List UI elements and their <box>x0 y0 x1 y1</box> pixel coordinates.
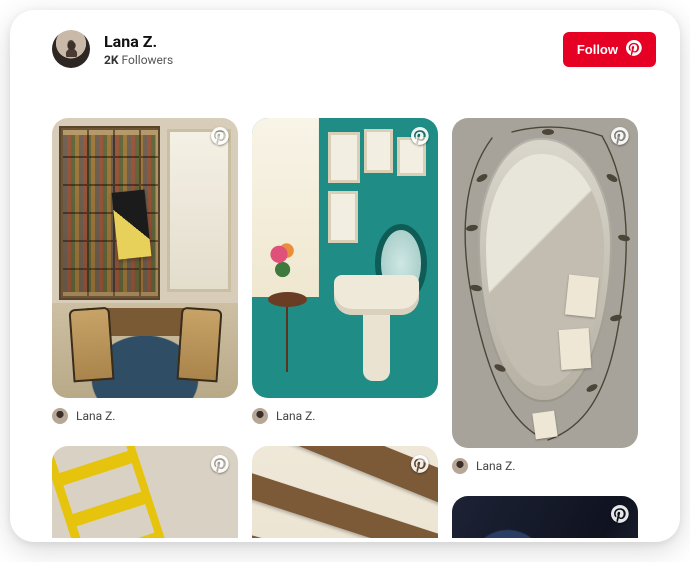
pinterest-icon <box>610 126 630 146</box>
follow-button[interactable]: Follow <box>563 32 656 67</box>
pin-card[interactable] <box>452 118 638 448</box>
avatar[interactable] <box>52 30 90 68</box>
pin-card[interactable] <box>52 446 238 538</box>
avatar <box>52 408 68 424</box>
profile-pins-card: Lana Z. 2K Followers Follow <box>10 10 680 542</box>
pin-attribution[interactable]: Lana Z. <box>52 408 115 424</box>
followers-count: 2K <box>104 53 119 67</box>
avatar <box>452 458 468 474</box>
pin-attribution[interactable]: Lana Z. <box>252 408 315 424</box>
pinterest-icon <box>210 126 230 146</box>
pin-card[interactable] <box>52 118 238 398</box>
pinterest-icon <box>410 126 430 146</box>
pin-card[interactable] <box>452 496 638 538</box>
pin-image <box>52 118 238 398</box>
profile-text: Lana Z. 2K Followers <box>104 32 173 67</box>
pinterest-icon <box>210 454 230 474</box>
pinterest-icon <box>626 40 642 59</box>
header: Lana Z. 2K Followers Follow <box>10 10 680 76</box>
followers-line: 2K Followers <box>104 53 173 67</box>
pin-author: Lana Z. <box>276 409 315 423</box>
pinterest-icon <box>410 454 430 474</box>
pin-author: Lana Z. <box>76 409 115 423</box>
pin-card[interactable] <box>252 118 438 398</box>
pin-card[interactable] <box>252 446 438 538</box>
follow-button-label: Follow <box>577 42 618 57</box>
followers-label: Followers <box>122 53 174 67</box>
profile-name[interactable]: Lana Z. <box>104 32 173 51</box>
pin-author: Lana Z. <box>476 459 515 473</box>
avatar <box>252 408 268 424</box>
pinterest-icon <box>610 504 630 524</box>
pin-attribution[interactable]: Lana Z. <box>452 458 515 474</box>
pins-grid: Lana Z. Lana Z. <box>10 76 680 538</box>
